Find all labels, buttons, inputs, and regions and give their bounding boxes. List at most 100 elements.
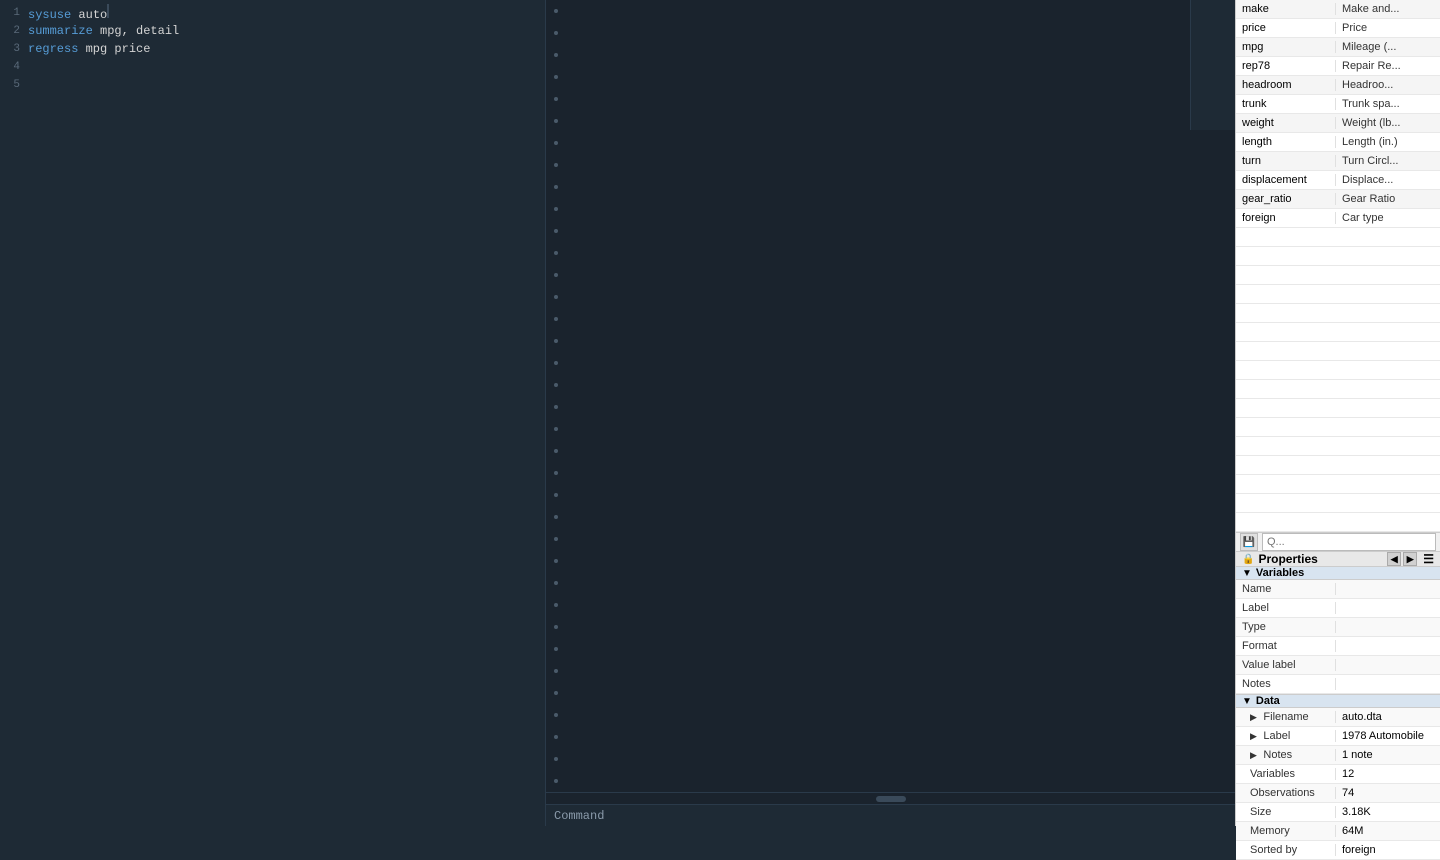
property-name: Format (1236, 640, 1336, 652)
menu-icon[interactable]: ☰ (1423, 552, 1434, 566)
code-line: 1sysuse auto (0, 4, 545, 22)
data-property-row[interactable]: Size3.18K (1236, 803, 1440, 822)
output-dot (554, 185, 558, 189)
variable-row[interactable]: weightWeight (lb... (1236, 114, 1440, 133)
properties-title: Properties (1258, 552, 1317, 566)
data-property-name: Size (1236, 806, 1336, 818)
output-dot (554, 383, 558, 387)
code-line: 3regress mpg price (0, 40, 545, 58)
data-property-row[interactable]: Observations74 (1236, 784, 1440, 803)
nav-prev-button[interactable]: ◀ (1387, 552, 1401, 566)
data-property-name: Memory (1236, 825, 1336, 837)
command-bar: Command (546, 804, 1235, 826)
property-row[interactable]: Type (1236, 618, 1440, 637)
code-line: 4 (0, 58, 545, 76)
variable-row[interactable]: lengthLength (in.) (1236, 133, 1440, 152)
output-dot (554, 9, 558, 13)
variable-name: price (1236, 22, 1336, 34)
search-icon[interactable]: 💾 (1240, 533, 1258, 551)
variable-label: Weight (lb... (1336, 117, 1440, 129)
middle-scrollbar[interactable] (546, 792, 1235, 804)
output-dot (554, 317, 558, 321)
variable-name: make (1236, 3, 1336, 15)
property-row[interactable]: Format (1236, 637, 1440, 656)
variable-row[interactable]: turnTurn Circl... (1236, 152, 1440, 171)
line-content[interactable]: summarize mpg, detail (28, 24, 545, 38)
output-dot (554, 559, 558, 563)
output-dot (554, 31, 558, 35)
output-dot (554, 647, 558, 651)
data-property-row[interactable]: Variables12 (1236, 765, 1440, 784)
variables-subsection: ▼ Variables (1236, 567, 1440, 580)
property-row[interactable]: Name (1236, 580, 1440, 599)
variable-row[interactable]: headroomHeadroo... (1236, 76, 1440, 95)
output-dot (554, 53, 558, 57)
nav-arrows: ◀ ▶ (1387, 552, 1417, 566)
empty-row (1236, 494, 1440, 513)
variable-row[interactable]: gear_ratioGear Ratio (1236, 190, 1440, 209)
variable-name: foreign (1236, 212, 1336, 224)
output-dot (554, 339, 558, 343)
editor-lines[interactable]: 1sysuse auto2summarize mpg, detail3regre… (0, 0, 545, 826)
variable-row[interactable]: displacementDisplace... (1236, 171, 1440, 190)
data-property-row[interactable]: ▶ Filenameauto.dta (1236, 708, 1440, 727)
data-property-name: Sorted by (1236, 844, 1336, 856)
property-row[interactable]: Label (1236, 599, 1440, 618)
empty-row (1236, 323, 1440, 342)
property-row[interactable]: Notes (1236, 675, 1440, 694)
data-property-row[interactable]: Sorted byforeign (1236, 841, 1440, 860)
variable-row[interactable]: rep78Repair Re... (1236, 57, 1440, 76)
data-property-row[interactable]: ▶ Notes1 note (1236, 746, 1440, 765)
data-property-name: Observations (1236, 787, 1336, 799)
variable-row[interactable]: makeMake and... (1236, 0, 1440, 19)
output-dot (554, 361, 558, 365)
output-dot (554, 251, 558, 255)
empty-row (1236, 228, 1440, 247)
cursor (107, 4, 109, 18)
variables-section-label: Variables (1256, 567, 1304, 579)
nav-next-button[interactable]: ▶ (1403, 552, 1417, 566)
variable-row[interactable]: foreignCar type (1236, 209, 1440, 228)
property-name: Name (1236, 583, 1336, 595)
code-line: 2summarize mpg, detail (0, 22, 545, 40)
variable-label: Mileage (... (1336, 41, 1440, 53)
output-dot (554, 581, 558, 585)
line-number: 5 (0, 79, 28, 91)
line-number: 4 (0, 61, 28, 73)
variable-row[interactable]: pricePrice (1236, 19, 1440, 38)
empty-row (1236, 361, 1440, 380)
data-property-value: 64M (1336, 825, 1440, 837)
data-property-value: 1978 Automobile (1336, 730, 1440, 742)
variable-name: trunk (1236, 98, 1336, 110)
property-name: Type (1236, 621, 1336, 633)
output-dot (554, 735, 558, 739)
property-name: Notes (1236, 678, 1336, 690)
variable-row[interactable]: mpgMileage (... (1236, 38, 1440, 57)
variable-row[interactable]: trunkTrunk spa... (1236, 95, 1440, 114)
triangle-down-icon-2: ▼ (1242, 696, 1252, 707)
data-property-value: 1 note (1336, 749, 1440, 761)
data-property-value: 74 (1336, 787, 1440, 799)
property-row[interactable]: Value label (1236, 656, 1440, 675)
line-content[interactable]: regress mpg price (28, 42, 545, 56)
editor-panel: 1sysuse auto2summarize mpg, detail3regre… (0, 0, 545, 826)
empty-row (1236, 399, 1440, 418)
line-content[interactable]: sysuse auto (28, 4, 545, 22)
properties-fields: Name Label Type Format Value label Notes (1236, 580, 1440, 694)
variable-name: weight (1236, 117, 1336, 129)
empty-row (1236, 475, 1440, 494)
output-dot (554, 449, 558, 453)
properties-header: 🔒 Properties ◀ ▶ ☰ (1236, 552, 1440, 567)
variable-label: Gear Ratio (1336, 193, 1440, 205)
output-dot (554, 779, 558, 783)
variable-name: rep78 (1236, 60, 1336, 72)
line-number: 1 (0, 7, 28, 19)
search-bar: 💾 (1236, 533, 1440, 552)
triangle-right-icon: ▶ (1250, 731, 1259, 741)
search-input[interactable] (1262, 533, 1436, 551)
variable-label: Headroo... (1336, 79, 1440, 91)
data-property-name: ▶ Notes (1236, 749, 1336, 761)
data-property-row[interactable]: Memory64M (1236, 822, 1440, 841)
data-property-row[interactable]: ▶ Label1978 Automobile (1236, 727, 1440, 746)
data-property-value: 12 (1336, 768, 1440, 780)
